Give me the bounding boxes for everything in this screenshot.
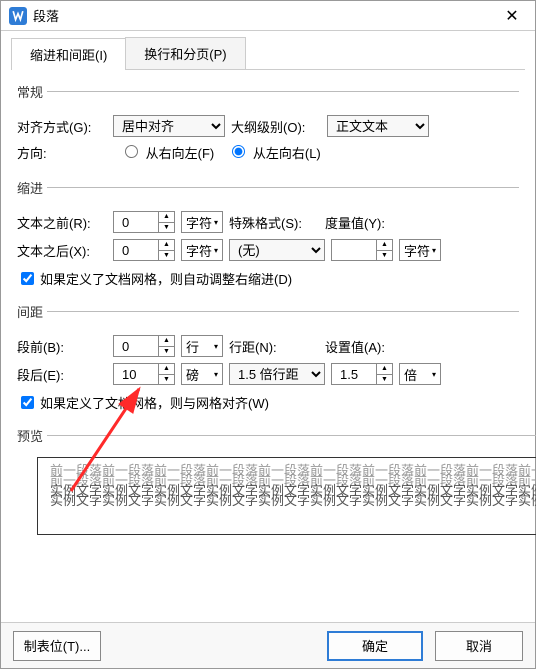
indent-before-input[interactable] (118, 212, 156, 232)
space-after-input[interactable] (118, 364, 156, 384)
legend-preview: 预览 (17, 426, 47, 445)
spinner-buttons[interactable]: ▲▼ (158, 364, 174, 384)
radio-ltr[interactable] (232, 145, 245, 158)
tab-indent-spacing[interactable]: 缩进和间距(I) (11, 38, 126, 70)
window-title: 段落 (33, 6, 497, 25)
spacing-checkbox-label: 如果定义了文档网格，则与网格对齐(W) (40, 393, 269, 412)
indent-before-unit[interactable]: 字符▾ (181, 211, 223, 233)
legend-general: 常规 (17, 82, 47, 101)
label-indent-before: 文本之前(R): (17, 213, 107, 232)
setvalue-unit[interactable]: 倍▾ (399, 363, 441, 385)
outline-select[interactable]: 正文文本 (327, 115, 429, 137)
label-alignment: 对齐方式(G): (17, 117, 107, 136)
legend-indent: 缩进 (17, 178, 47, 197)
dialog-content: 常规 对齐方式(G): 居中对齐 大纲级别(O): 正文文本 方向: 从右向左(… (1, 70, 535, 535)
spinner-buttons[interactable]: ▲▼ (158, 240, 174, 260)
label-special: 特殊格式(S): (229, 213, 319, 232)
radio-ltr-label[interactable]: 从左向右(L) (220, 143, 321, 162)
label-setvalue: 设置值(A): (325, 337, 385, 356)
space-before-input[interactable] (118, 336, 156, 356)
spacing-checkbox-row: 如果定义了文档网格，则与网格对齐(W) (17, 393, 519, 412)
spinner-buttons[interactable]: ▲▼ (376, 364, 392, 384)
group-indent: 缩进 文本之前(R): ▲▼ 字符▾ 特殊格式(S): 度量值(Y): 文本之后… (17, 178, 519, 292)
dialog-footer: 制表位(T)... 确定 取消 (1, 622, 535, 668)
setvalue-input[interactable] (336, 364, 374, 384)
spinner-buttons[interactable]: ▲▼ (158, 212, 174, 232)
legend-spacing: 间距 (17, 302, 47, 321)
preview-box: 前一段落前一段落前一段落前一段落前一段落前一段落前一段落前一段落前一段落前一段落… (37, 457, 536, 535)
indent-after-input[interactable] (118, 240, 156, 260)
spinner-buttons[interactable]: ▲▼ (158, 336, 174, 356)
group-general: 常规 对齐方式(G): 居中对齐 大纲级别(O): 正文文本 方向: 从右向左(… (17, 82, 519, 168)
special-select[interactable]: (无) (229, 239, 325, 261)
indent-checkbox-row: 如果定义了文档网格，则自动调整右缩进(D) (17, 269, 519, 288)
linespacing-select[interactable]: 1.5 倍行距 (229, 363, 325, 385)
group-preview: 预览 前一段落前一段落前一段落前一段落前一段落前一段落前一段落前一段落前一段落前… (17, 426, 536, 535)
indent-auto-adjust-checkbox[interactable] (21, 272, 34, 285)
cancel-button[interactable]: 取消 (435, 631, 523, 661)
space-after-unit[interactable]: 磅▾ (181, 363, 223, 385)
label-linespacing: 行距(N): (229, 337, 319, 356)
measure-unit[interactable]: 字符▾ (399, 239, 441, 261)
spinner-buttons[interactable]: ▲▼ (376, 240, 392, 260)
label-outline-level: 大纲级别(O): (231, 117, 321, 136)
indent-before-spinner[interactable]: ▲▼ (113, 211, 175, 233)
measure-spinner[interactable]: ▲▼ (331, 239, 393, 261)
measure-input[interactable] (336, 240, 374, 260)
tab-strip: 缩进和间距(I) 换行和分页(P) (11, 37, 525, 70)
alignment-select[interactable]: 居中对齐 (113, 115, 225, 137)
label-measure: 度量值(Y): (325, 213, 385, 232)
close-button[interactable]: ✕ (497, 6, 527, 26)
radio-rtl[interactable] (125, 145, 138, 158)
tabs-button[interactable]: 制表位(T)... (13, 631, 101, 661)
space-after-spinner[interactable]: ▲▼ (113, 363, 175, 385)
indent-checkbox-label: 如果定义了文档网格，则自动调整右缩进(D) (40, 269, 292, 288)
app-icon (9, 7, 27, 25)
tab-line-page[interactable]: 换行和分页(P) (125, 37, 245, 69)
space-before-unit[interactable]: 行▾ (181, 335, 223, 357)
setvalue-spinner[interactable]: ▲▼ (331, 363, 393, 385)
titlebar: 段落 ✕ (1, 1, 535, 31)
radio-rtl-label[interactable]: 从右向左(F) (113, 143, 214, 162)
space-before-spinner[interactable]: ▲▼ (113, 335, 175, 357)
indent-after-spinner[interactable]: ▲▼ (113, 239, 175, 261)
preview-line: 实例文字实例文字实例文字实例文字实例文字实例文字实例文字实例文字实例文字实例文字… (50, 496, 536, 506)
snap-to-grid-checkbox[interactable] (21, 396, 34, 409)
indent-after-unit[interactable]: 字符▾ (181, 239, 223, 261)
group-spacing: 间距 段前(B): ▲▼ 行▾ 行距(N): 设置值(A): 段后(E): ▲▼… (17, 302, 519, 416)
ok-button[interactable]: 确定 (327, 631, 423, 661)
label-indent-after: 文本之后(X): (17, 241, 107, 260)
label-space-before: 段前(B): (17, 337, 107, 356)
label-space-after: 段后(E): (17, 365, 107, 384)
label-direction: 方向: (17, 143, 107, 162)
